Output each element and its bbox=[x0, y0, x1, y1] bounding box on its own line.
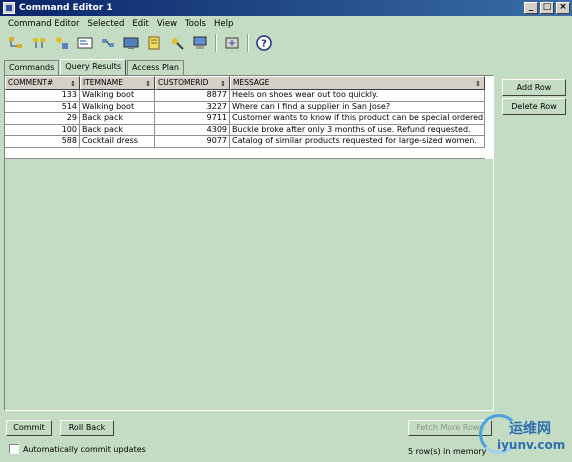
auto-commit-label: Automatically commit updates bbox=[23, 444, 146, 454]
empty-row bbox=[5, 148, 485, 159]
cell-itemname[interactable]: Back pack bbox=[80, 124, 155, 137]
license-center-icon[interactable] bbox=[167, 33, 187, 53]
tab-commands[interactable]: Commands bbox=[4, 60, 60, 75]
menu-help[interactable]: Help bbox=[210, 17, 237, 31]
cell-comment[interactable]: 133 bbox=[5, 90, 80, 102]
replication-center-icon[interactable] bbox=[29, 33, 49, 53]
tab-strip: Commands Query Results Access Plan bbox=[4, 58, 185, 76]
new-row[interactable] bbox=[5, 148, 493, 159]
menu-bar: Command Editor Selected Edit View Tools … bbox=[0, 17, 572, 31]
roll-back-button[interactable]: Roll Back bbox=[60, 420, 114, 436]
cell-message[interactable]: Where can I find a supplier in San Jose? bbox=[230, 101, 485, 114]
menu-selected[interactable]: Selected bbox=[84, 17, 129, 31]
menu-command-editor[interactable]: Command Editor bbox=[4, 17, 84, 31]
development-center-icon[interactable] bbox=[190, 33, 210, 53]
title-bar: Command Editor 1 _ □ × bbox=[0, 0, 572, 16]
grid-header: COMMENT# ⇕ ITEMNAME ⇕ CUSTOMERID ⇕ MESSAGE ⇕ bbox=[5, 76, 493, 90]
watermark-url: iyunv.com bbox=[497, 438, 566, 452]
tools-settings-icon[interactable] bbox=[222, 33, 242, 53]
menu-view[interactable]: View bbox=[153, 17, 181, 31]
help-icon[interactable]: ? bbox=[254, 33, 274, 53]
column-header-message[interactable]: MESSAGE ⇕ bbox=[230, 76, 485, 90]
watermark: 运维网 iyunv.com bbox=[475, 410, 572, 462]
cell-message[interactable]: Catalog of similar products requested fo… bbox=[230, 136, 485, 148]
cell-message[interactable]: Customer wants to know if this product c… bbox=[230, 113, 485, 125]
cell-customerid[interactable]: 4309 bbox=[155, 124, 230, 137]
toolbar: ? bbox=[6, 32, 274, 54]
menu-edit[interactable]: Edit bbox=[128, 17, 152, 31]
sort-icon: ⇕ bbox=[475, 80, 481, 88]
cell-message[interactable]: Buckle broke after only 3 months of use.… bbox=[230, 124, 485, 137]
satellite-center-icon[interactable] bbox=[52, 33, 72, 53]
delete-row-button[interactable]: Delete Row bbox=[502, 98, 566, 115]
minimize-button[interactable]: _ bbox=[524, 2, 538, 14]
app-icon bbox=[3, 2, 15, 14]
cell-customerid[interactable]: 8877 bbox=[155, 90, 230, 102]
menu-tools[interactable]: Tools bbox=[181, 17, 210, 31]
watermark-cn: 运维网 bbox=[509, 421, 551, 437]
tab-query-results[interactable]: Query Results bbox=[60, 59, 127, 76]
auto-commit-checkbox[interactable] bbox=[9, 444, 19, 454]
cell-itemname[interactable]: Walking boot bbox=[80, 90, 155, 102]
table-row[interactable]: 29 Back pack 9711 Customer wants to know… bbox=[5, 113, 493, 125]
add-row-button[interactable]: Add Row bbox=[502, 79, 566, 96]
sort-icon: ⇕ bbox=[145, 80, 151, 88]
grid-empty-area bbox=[5, 159, 493, 410]
window-controls: _ □ × bbox=[524, 2, 570, 14]
commit-button[interactable]: Commit bbox=[6, 420, 52, 436]
auto-commit-row: Automatically commit updates bbox=[9, 444, 146, 454]
command-editor-icon[interactable] bbox=[75, 33, 95, 53]
journal-icon[interactable] bbox=[144, 33, 164, 53]
cell-itemname[interactable]: Walking boot bbox=[80, 101, 155, 114]
sort-icon: ⇕ bbox=[220, 80, 226, 88]
cell-customerid[interactable]: 9077 bbox=[155, 136, 230, 148]
cell-comment[interactable]: 588 bbox=[5, 136, 80, 148]
close-button[interactable]: × bbox=[556, 2, 570, 14]
control-center-icon[interactable] bbox=[6, 33, 26, 53]
cell-itemname[interactable]: Back pack bbox=[80, 113, 155, 125]
grid-body: 133 Walking boot 8877 Heels on shoes wea… bbox=[5, 90, 493, 159]
cell-comment[interactable]: 514 bbox=[5, 101, 80, 114]
svg-text:?: ? bbox=[261, 39, 267, 50]
cell-message[interactable]: Heels on shoes wear out too quickly. bbox=[230, 90, 485, 102]
results-panel: COMMENT# ⇕ ITEMNAME ⇕ CUSTOMERID ⇕ MESSAGE ⇕… bbox=[4, 75, 494, 411]
task-center-icon[interactable] bbox=[98, 33, 118, 53]
maximize-button[interactable]: □ bbox=[540, 2, 554, 14]
table-row[interactable]: 588 Cocktail dress 9077 Catalog of simil… bbox=[5, 136, 493, 148]
cell-comment[interactable]: 100 bbox=[5, 124, 80, 137]
table-row[interactable]: 514 Walking boot 3227 Where can I find a… bbox=[5, 101, 493, 114]
cell-customerid[interactable]: 3227 bbox=[155, 101, 230, 114]
table-row[interactable]: 133 Walking boot 8877 Heels on shoes wea… bbox=[5, 90, 493, 102]
health-center-icon[interactable] bbox=[121, 33, 141, 53]
window-title: Command Editor 1 bbox=[19, 3, 113, 13]
cell-comment[interactable]: 29 bbox=[5, 113, 80, 125]
cell-customerid[interactable]: 9711 bbox=[155, 113, 230, 125]
toolbar-separator bbox=[247, 34, 249, 52]
column-header-comment[interactable]: COMMENT# ⇕ bbox=[5, 76, 80, 90]
toolbar-separator bbox=[215, 34, 217, 52]
table-row[interactable]: 100 Back pack 4309 Buckle broke after on… bbox=[5, 124, 493, 137]
column-header-customerid[interactable]: CUSTOMERID ⇕ bbox=[155, 76, 230, 90]
column-header-itemname[interactable]: ITEMNAME ⇕ bbox=[80, 76, 155, 90]
sort-icon: ⇕ bbox=[70, 80, 76, 88]
cell-itemname[interactable]: Cocktail dress bbox=[80, 136, 155, 148]
tab-access-plan[interactable]: Access Plan bbox=[127, 60, 184, 75]
